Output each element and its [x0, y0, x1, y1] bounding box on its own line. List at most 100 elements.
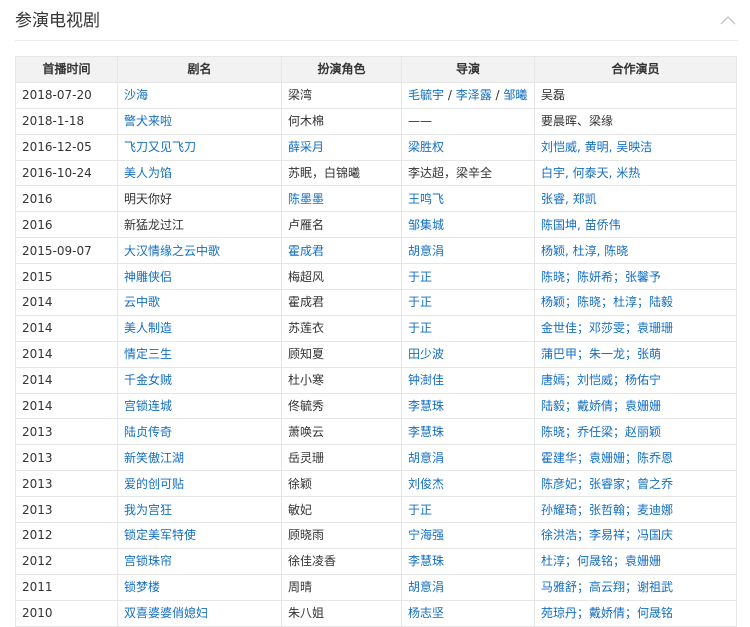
title-link[interactable]: 陆贞传奇 — [124, 425, 172, 439]
costar-link[interactable]: 张睿, 郑凯 — [541, 192, 597, 206]
cell-costars: 白宇, 何泰天, 米热 — [534, 159, 737, 187]
title-link[interactable]: 锁梦楼 — [124, 580, 160, 594]
cell-title: 大汉情缘之云中歌 — [117, 237, 282, 265]
cell-premiere-date: 2014 — [15, 314, 118, 342]
title-link[interactable]: 情定三生 — [124, 347, 172, 361]
cell-premiere-date: 2015-09-07 — [15, 237, 118, 265]
role-link[interactable]: 薛采月 — [288, 140, 324, 154]
cell-role: 佟毓秀 — [281, 392, 402, 420]
role-link[interactable]: 霍成君 — [288, 244, 324, 258]
title-link[interactable]: 警犬来啦 — [124, 114, 172, 128]
cell-costars: 蒲巴甲；朱一龙；张萌 — [534, 340, 737, 368]
director-text: —— — [408, 114, 432, 129]
costar-link[interactable]: 刘恺威, 黄明, 吴映洁 — [541, 140, 652, 154]
table-row: 2014 千金女贼 杜小寒 钟澍佳 唐嫣；刘恺威；杨佑宁 — [15, 366, 737, 394]
title-link[interactable]: 我为宫狂 — [124, 503, 172, 517]
costar-link[interactable]: 杨颖, 杜淳, 陈晓 — [541, 244, 628, 258]
cell-premiere-date: 2013 — [15, 470, 118, 498]
title-link[interactable]: 飞刀又见飞刀 — [124, 140, 196, 154]
title-link[interactable]: 千金女贼 — [124, 373, 172, 387]
costar-link[interactable]: 徐洪浩；李易祥；冯国庆 — [541, 528, 673, 542]
title-link[interactable]: 爱的创可贴 — [124, 477, 184, 491]
role-text: 朱八姐 — [288, 606, 325, 621]
costar-link[interactable]: 陆毅；戴娇倩；袁姗姗 — [541, 399, 661, 413]
director-link[interactable]: 田少波 — [408, 347, 444, 361]
costar-link[interactable]: 白宇, 何泰天, 米热 — [541, 166, 640, 180]
role-link[interactable]: 陈墨墨 — [288, 192, 324, 206]
cell-director: 于正 — [401, 289, 535, 316]
title-link[interactable]: 神雕侠侣 — [124, 270, 172, 284]
cell-costars: 陈彦妃；张睿家；曾之乔 — [534, 470, 737, 498]
chevron-up-icon — [720, 15, 736, 25]
title-link[interactable]: 锁定美军特使 — [124, 528, 196, 542]
costar-link[interactable]: 陈晓；陈妍希；张馨予 — [541, 270, 661, 284]
director-link[interactable]: 胡意涓 — [408, 580, 444, 594]
director-link[interactable]: 邹曦 — [503, 88, 527, 102]
costar-link[interactable]: 杨颖；陈晓；杜淳；陆毅 — [541, 295, 673, 309]
director-link[interactable]: 毛毓宇 — [408, 88, 444, 102]
director-link[interactable]: 于正 — [408, 295, 432, 309]
director-link[interactable]: 杨志坚 — [408, 606, 444, 620]
cell-costars: 杜淳；何晟铭；袁姗姗 — [534, 547, 737, 575]
header-divider — [15, 40, 738, 41]
title-link[interactable]: 美人制造 — [124, 321, 172, 335]
director-link[interactable]: 胡意涓 — [408, 244, 444, 258]
director-text: 李达超，梁辛全 — [408, 166, 493, 180]
cell-title: 明天你好 — [117, 185, 282, 213]
director-link[interactable]: 李慧珠 — [408, 425, 444, 439]
header-director: 导演 — [401, 56, 535, 83]
title-link[interactable]: 宫锁连城 — [124, 399, 172, 413]
collapse-toggle[interactable] — [718, 12, 738, 30]
director-link[interactable]: 刘俊杰 — [408, 477, 444, 491]
director-link[interactable]: 于正 — [408, 321, 432, 335]
table-row: 2013 我为宫狂 敏妃 于正 孙耀琦；张哲翰；麦迪娜 — [15, 496, 737, 524]
director-link[interactable]: 李慧珠 — [408, 399, 444, 413]
director-link[interactable]: 胡意涓 — [408, 451, 444, 465]
title-link[interactable]: 大汉情缘之云中歌 — [124, 244, 220, 258]
director-link[interactable]: 于正 — [408, 270, 432, 284]
title-link[interactable]: 新笑傲江湖 — [124, 451, 184, 465]
cell-role: 萧唤云 — [281, 418, 402, 446]
costar-link[interactable]: 苑琼丹；戴娇倩；何晟铭 — [541, 606, 673, 620]
costar-text: 要晨晖、梁缘 — [541, 114, 614, 129]
title-link[interactable]: 美人为馅 — [124, 166, 172, 180]
title-link[interactable]: 云中歌 — [124, 295, 160, 309]
table-body: 2018-07-20 沙海 梁湾 毛毓宇 / 李泽露 / 邹曦 吴磊 2018-1-18 警… — [15, 81, 737, 627]
table-row: 2016 新猛龙过江 卢雁名 邹集城 陈国坤, 苗侨伟 — [15, 211, 737, 239]
cell-premiere-date: 2013 — [15, 444, 118, 472]
title-text: 新猛龙过江 — [124, 217, 185, 232]
cell-director: 王鸣飞 — [401, 185, 535, 213]
cell-role: 徐颖 — [281, 470, 402, 498]
costar-link[interactable]: 陈晓；乔任梁；赵丽颖 — [541, 425, 661, 439]
cell-title: 云中歌 — [117, 289, 282, 316]
costar-link[interactable]: 霍建华；袁姗姗；陈乔恩 — [541, 451, 673, 465]
costar-link[interactable]: 蒲巴甲；朱一龙；张萌 — [541, 347, 661, 361]
table-row: 2015-09-07 大汉情缘之云中歌 霍成君 胡意涓 杨颖, 杜淳, 陈晓 — [15, 237, 737, 265]
cell-premiere-date: 2013 — [15, 418, 118, 446]
director-link[interactable]: 钟澍佳 — [408, 373, 444, 387]
costar-link[interactable]: 陈彦妃；张睿家；曾之乔 — [541, 477, 673, 491]
director-link[interactable]: 邹集城 — [408, 218, 444, 232]
title-link[interactable]: 宫锁珠帘 — [124, 554, 172, 568]
costar-link[interactable]: 唐嫣；刘恺威；杨佑宁 — [541, 373, 661, 387]
director-link[interactable]: 李泽露 — [456, 88, 492, 102]
costar-link[interactable]: 陈国坤, 苗侨伟 — [541, 218, 621, 232]
costar-link[interactable]: 孙耀琦；张哲翰；麦迪娜 — [541, 503, 673, 517]
costar-link[interactable]: 金世佳；邓莎雯；袁珊珊 — [541, 321, 673, 335]
director-link[interactable]: 梁胜权 — [408, 140, 444, 154]
cell-title: 美人为馅 — [117, 159, 282, 187]
cell-role: 顾晓雨 — [281, 522, 402, 549]
table-row: 2018-1-18 警犬来啦 何木棉 —— 要晨晖、梁缘 — [15, 107, 737, 135]
table-header-row: 首播时间 剧名 扮演角色 导演 合作演员 — [15, 56, 737, 83]
title-link[interactable]: 双喜婆婆俏媳妇 — [124, 606, 208, 620]
cell-premiere-date: 2016 — [15, 211, 118, 239]
director-link[interactable]: 宁海强 — [408, 528, 444, 542]
title-text: 明天你好 — [124, 191, 173, 206]
director-link[interactable]: 王鸣飞 — [408, 192, 444, 206]
cell-role: 梁湾 — [281, 81, 402, 109]
director-link[interactable]: 于正 — [408, 503, 432, 517]
title-link[interactable]: 沙海 — [124, 88, 148, 102]
costar-link[interactable]: 马雅舒；高云翔；谢祖武 — [541, 580, 673, 594]
costar-link[interactable]: 杜淳；何晟铭；袁姗姗 — [541, 554, 661, 568]
director-link[interactable]: 李慧珠 — [408, 554, 444, 568]
